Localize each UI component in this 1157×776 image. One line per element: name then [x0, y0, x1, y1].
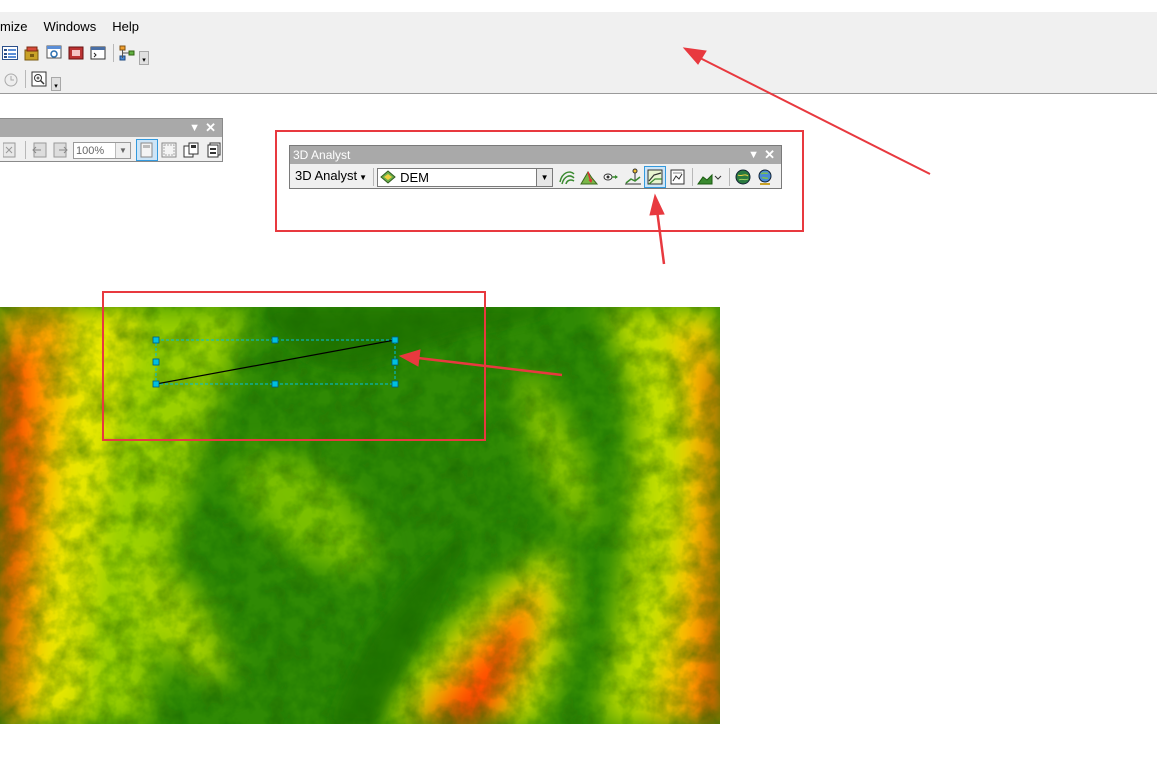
annotation-arrows [398, 47, 931, 377]
